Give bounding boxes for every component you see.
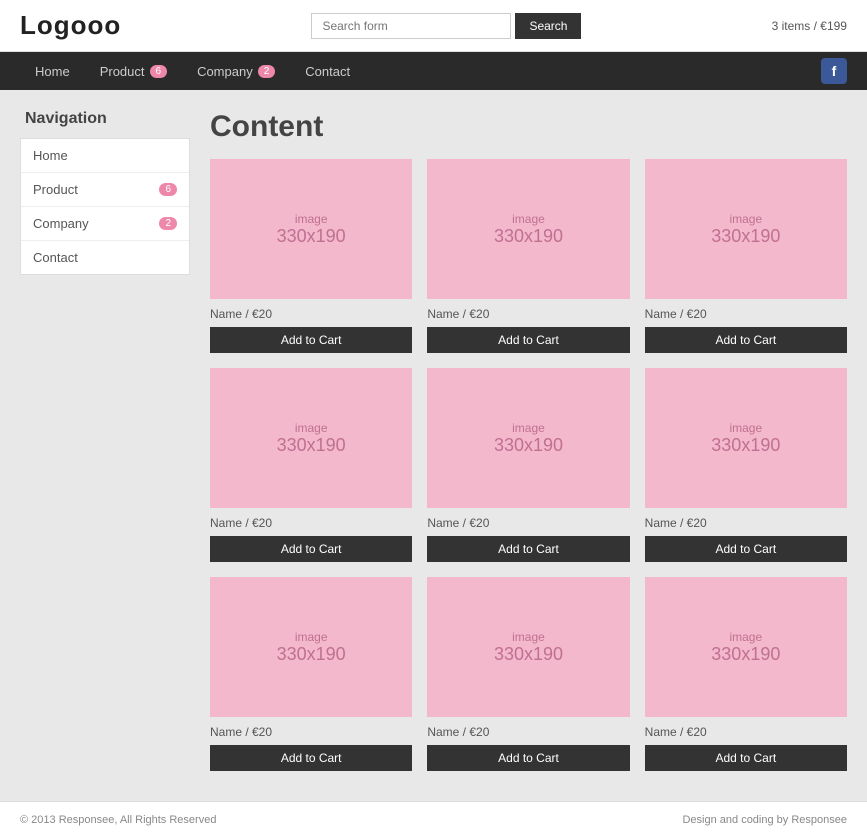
sidebar-item-company-label: Company <box>33 216 89 231</box>
product-name-2: Name / €20 <box>645 307 847 321</box>
image-size-3: 330x190 <box>277 435 346 456</box>
add-to-cart-button-8[interactable]: Add to Cart <box>645 745 847 771</box>
search-area: Search <box>311 13 581 39</box>
logo: Logooo <box>20 10 121 41</box>
nav-badge-company: 2 <box>258 65 276 78</box>
product-image-8: image 330x190 <box>645 577 847 717</box>
nav-badge-product: 6 <box>150 65 168 78</box>
add-to-cart-button-5[interactable]: Add to Cart <box>645 536 847 562</box>
sidebar-item-contact[interactable]: Contact <box>21 241 189 274</box>
add-to-cart-button-7[interactable]: Add to Cart <box>427 745 629 771</box>
image-label-2: image <box>729 212 762 226</box>
product-grid: image 330x190 Name / €20 Add to Cart ima… <box>210 159 847 771</box>
image-label-4: image <box>512 421 545 435</box>
product-image-1: image 330x190 <box>427 159 629 299</box>
sidebar-items: Home Product 6 Company 2 Contact <box>20 138 190 275</box>
add-to-cart-button-3[interactable]: Add to Cart <box>210 536 412 562</box>
product-image-2: image 330x190 <box>645 159 847 299</box>
product-image-7: image 330x190 <box>427 577 629 717</box>
header: Logooo Search 3 items / €199 <box>0 0 867 52</box>
navbar: Home Product 6 Company 2 Contact f <box>0 52 867 90</box>
sidebar-item-home-label: Home <box>33 148 68 163</box>
product-card-3: image 330x190 Name / €20 Add to Cart <box>210 368 412 562</box>
image-size-4: 330x190 <box>494 435 563 456</box>
sidebar-item-product-label: Product <box>33 182 78 197</box>
product-card-1: image 330x190 Name / €20 Add to Cart <box>427 159 629 353</box>
content-title: Content <box>210 110 847 144</box>
image-size-8: 330x190 <box>711 644 780 665</box>
image-size-5: 330x190 <box>711 435 780 456</box>
image-size-6: 330x190 <box>277 644 346 665</box>
image-size-7: 330x190 <box>494 644 563 665</box>
product-card-4: image 330x190 Name / €20 Add to Cart <box>427 368 629 562</box>
add-to-cart-button-2[interactable]: Add to Cart <box>645 327 847 353</box>
product-card-5: image 330x190 Name / €20 Add to Cart <box>645 368 847 562</box>
image-size-2: 330x190 <box>711 226 780 247</box>
product-name-1: Name / €20 <box>427 307 629 321</box>
search-button[interactable]: Search <box>515 13 581 39</box>
product-image-4: image 330x190 <box>427 368 629 508</box>
sidebar-item-company[interactable]: Company 2 <box>21 207 189 241</box>
image-label-5: image <box>729 421 762 435</box>
nav-item-product[interactable]: Product 6 <box>85 54 182 89</box>
sidebar-title: Navigation <box>20 110 190 128</box>
product-name-5: Name / €20 <box>645 516 847 530</box>
product-image-3: image 330x190 <box>210 368 412 508</box>
sidebar: Navigation Home Product 6 Company 2 Cont… <box>20 110 190 771</box>
sidebar-item-contact-label: Contact <box>33 250 78 265</box>
nav-items: Home Product 6 Company 2 Contact <box>20 54 821 89</box>
product-card-2: image 330x190 Name / €20 Add to Cart <box>645 159 847 353</box>
image-label-7: image <box>512 630 545 644</box>
footer: © 2013 Responsee, All Rights Reserved De… <box>0 801 867 838</box>
product-card-6: image 330x190 Name / €20 Add to Cart <box>210 577 412 771</box>
image-size-0: 330x190 <box>277 226 346 247</box>
add-to-cart-button-6[interactable]: Add to Cart <box>210 745 412 771</box>
footer-left: © 2013 Responsee, All Rights Reserved <box>20 814 216 826</box>
image-label-3: image <box>295 421 328 435</box>
product-image-6: image 330x190 <box>210 577 412 717</box>
facebook-icon[interactable]: f <box>821 58 847 84</box>
product-card-8: image 330x190 Name / €20 Add to Cart <box>645 577 847 771</box>
cart-info: 3 items / €199 <box>772 19 847 33</box>
nav-item-company[interactable]: Company 2 <box>182 54 290 89</box>
image-label-8: image <box>729 630 762 644</box>
sidebar-item-product[interactable]: Product 6 <box>21 173 189 207</box>
product-name-3: Name / €20 <box>210 516 412 530</box>
add-to-cart-button-1[interactable]: Add to Cart <box>427 327 629 353</box>
add-to-cart-button-0[interactable]: Add to Cart <box>210 327 412 353</box>
product-name-7: Name / €20 <box>427 725 629 739</box>
image-label-6: image <box>295 630 328 644</box>
page-wrapper: Logooo Search 3 items / €199 Home Produc… <box>0 0 867 838</box>
product-name-6: Name / €20 <box>210 725 412 739</box>
product-name-0: Name / €20 <box>210 307 412 321</box>
content-area: Content image 330x190 Name / €20 Add to … <box>210 110 847 771</box>
image-size-1: 330x190 <box>494 226 563 247</box>
product-card-7: image 330x190 Name / €20 Add to Cart <box>427 577 629 771</box>
sidebar-item-home[interactable]: Home <box>21 139 189 173</box>
image-label-0: image <box>295 212 328 226</box>
main-layout: Navigation Home Product 6 Company 2 Cont… <box>0 90 867 791</box>
product-card-0: image 330x190 Name / €20 Add to Cart <box>210 159 412 353</box>
product-name-4: Name / €20 <box>427 516 629 530</box>
nav-item-home[interactable]: Home <box>20 54 85 89</box>
sidebar-badge-company: 2 <box>159 217 177 230</box>
nav-item-contact[interactable]: Contact <box>290 54 365 89</box>
product-name-8: Name / €20 <box>645 725 847 739</box>
product-image-0: image 330x190 <box>210 159 412 299</box>
search-input[interactable] <box>311 13 511 39</box>
product-image-5: image 330x190 <box>645 368 847 508</box>
sidebar-badge-product: 6 <box>159 183 177 196</box>
add-to-cart-button-4[interactable]: Add to Cart <box>427 536 629 562</box>
footer-right: Design and coding by Responsee <box>682 814 847 826</box>
image-label-1: image <box>512 212 545 226</box>
